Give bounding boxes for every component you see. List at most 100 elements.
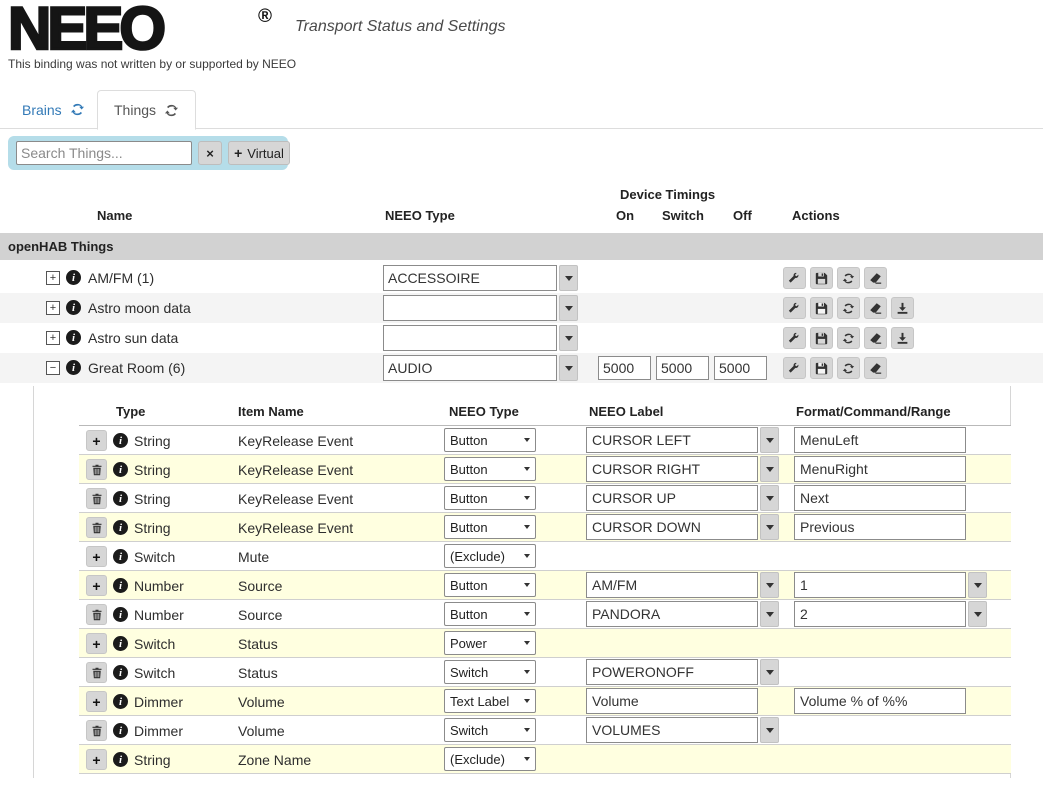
delete-channel-button[interactable]: [86, 459, 107, 480]
format-input[interactable]: [794, 688, 966, 714]
timing-off-input[interactable]: [714, 356, 767, 380]
refresh-button[interactable]: [837, 357, 860, 379]
save-button[interactable]: [810, 327, 833, 349]
info-icon[interactable]: i: [113, 665, 128, 680]
delete-channel-button[interactable]: [86, 604, 107, 625]
info-icon[interactable]: i: [113, 520, 128, 535]
neeo-type-select[interactable]: Switch: [444, 660, 536, 684]
info-icon[interactable]: i: [113, 491, 128, 506]
expand-button[interactable]: +: [46, 271, 60, 285]
export-button[interactable]: [891, 327, 914, 349]
neeo-type-select[interactable]: Button: [444, 428, 536, 452]
add-channel-button[interactable]: +: [86, 633, 107, 654]
info-icon[interactable]: i: [66, 300, 81, 315]
neeo-type-select[interactable]: Switch: [444, 718, 536, 742]
save-button[interactable]: [810, 297, 833, 319]
neeo-label-input[interactable]: [586, 572, 758, 598]
info-icon[interactable]: i: [113, 462, 128, 477]
neeo-type-select[interactable]: Button: [444, 486, 536, 510]
neeo-type-dropdown-button[interactable]: [559, 295, 578, 321]
add-channel-button[interactable]: +: [86, 430, 107, 451]
tab-brains[interactable]: Brains: [6, 90, 101, 129]
neeo-label-dropdown-button[interactable]: [760, 572, 779, 598]
erase-button[interactable]: [864, 267, 887, 289]
erase-button[interactable]: [864, 327, 887, 349]
assign-items-button[interactable]: [783, 357, 806, 379]
format-input[interactable]: [794, 514, 966, 540]
save-button[interactable]: [810, 357, 833, 379]
format-input[interactable]: [794, 456, 966, 482]
info-icon[interactable]: i: [113, 694, 128, 709]
neeo-label-dropdown-button[interactable]: [760, 427, 779, 453]
neeo-label-input[interactable]: [586, 717, 758, 743]
neeo-label-dropdown-button[interactable]: [760, 659, 779, 685]
delete-channel-button[interactable]: [86, 488, 107, 509]
format-dropdown-button[interactable]: [968, 601, 987, 627]
add-channel-button[interactable]: +: [86, 546, 107, 567]
neeo-label-input[interactable]: [586, 485, 758, 511]
erase-button[interactable]: [864, 357, 887, 379]
save-button[interactable]: [810, 267, 833, 289]
add-channel-button[interactable]: +: [86, 575, 107, 596]
timing-switch-input[interactable]: [656, 356, 709, 380]
neeo-label-input[interactable]: [586, 427, 758, 453]
format-input[interactable]: [794, 485, 966, 511]
format-input[interactable]: [794, 572, 966, 598]
refresh-button[interactable]: [837, 327, 860, 349]
delete-channel-button[interactable]: [86, 720, 107, 741]
neeo-type-select[interactable]: (Exclude): [444, 544, 536, 568]
assign-items-button[interactable]: [783, 267, 806, 289]
info-icon[interactable]: i: [113, 752, 128, 767]
clear-search-button[interactable]: ×: [198, 141, 222, 165]
tab-things[interactable]: Things: [97, 90, 197, 130]
info-icon[interactable]: i: [66, 270, 81, 285]
expand-button[interactable]: +: [46, 331, 60, 345]
neeo-type-select[interactable]: Button: [444, 457, 536, 481]
info-icon[interactable]: i: [66, 330, 81, 345]
neeo-type-input[interactable]: [383, 295, 557, 321]
info-icon[interactable]: i: [113, 723, 128, 738]
neeo-type-select[interactable]: (Exclude): [444, 747, 536, 771]
neeo-label-dropdown-button[interactable]: [760, 485, 779, 511]
neeo-label-dropdown-button[interactable]: [760, 717, 779, 743]
info-icon[interactable]: i: [113, 549, 128, 564]
neeo-type-input[interactable]: [383, 355, 557, 381]
neeo-label-input[interactable]: [586, 601, 758, 627]
erase-button[interactable]: [864, 297, 887, 319]
format-input[interactable]: [794, 427, 966, 453]
format-dropdown-button[interactable]: [968, 572, 987, 598]
neeo-type-dropdown-button[interactable]: [559, 325, 578, 351]
refresh-button[interactable]: [837, 267, 860, 289]
timing-on-input[interactable]: [598, 356, 651, 380]
assign-items-button[interactable]: [783, 327, 806, 349]
delete-channel-button[interactable]: [86, 517, 107, 538]
search-input[interactable]: [16, 141, 192, 165]
neeo-type-select[interactable]: Text Label: [444, 689, 536, 713]
neeo-type-select[interactable]: Button: [444, 602, 536, 626]
neeo-type-input[interactable]: [383, 265, 557, 291]
neeo-type-dropdown-button[interactable]: [559, 355, 578, 381]
info-icon[interactable]: i: [113, 607, 128, 622]
neeo-type-select[interactable]: Power: [444, 631, 536, 655]
neeo-type-select[interactable]: Button: [444, 515, 536, 539]
info-icon[interactable]: i: [66, 360, 81, 375]
export-button[interactable]: [891, 297, 914, 319]
neeo-label-input[interactable]: [586, 659, 758, 685]
add-channel-button[interactable]: +: [86, 749, 107, 770]
neeo-label-dropdown-button[interactable]: [760, 601, 779, 627]
expand-button[interactable]: +: [46, 301, 60, 315]
neeo-label-dropdown-button[interactable]: [760, 514, 779, 540]
assign-items-button[interactable]: [783, 297, 806, 319]
info-icon[interactable]: i: [113, 578, 128, 593]
neeo-label-input[interactable]: [586, 688, 758, 714]
add-virtual-button[interactable]: + Virtual: [228, 141, 290, 165]
neeo-label-dropdown-button[interactable]: [760, 456, 779, 482]
neeo-type-select[interactable]: Button: [444, 573, 536, 597]
delete-channel-button[interactable]: [86, 662, 107, 683]
collapse-button[interactable]: −: [46, 361, 60, 375]
format-input[interactable]: [794, 601, 966, 627]
neeo-type-input[interactable]: [383, 325, 557, 351]
refresh-button[interactable]: [837, 297, 860, 319]
add-channel-button[interactable]: +: [86, 691, 107, 712]
info-icon[interactable]: i: [113, 433, 128, 448]
